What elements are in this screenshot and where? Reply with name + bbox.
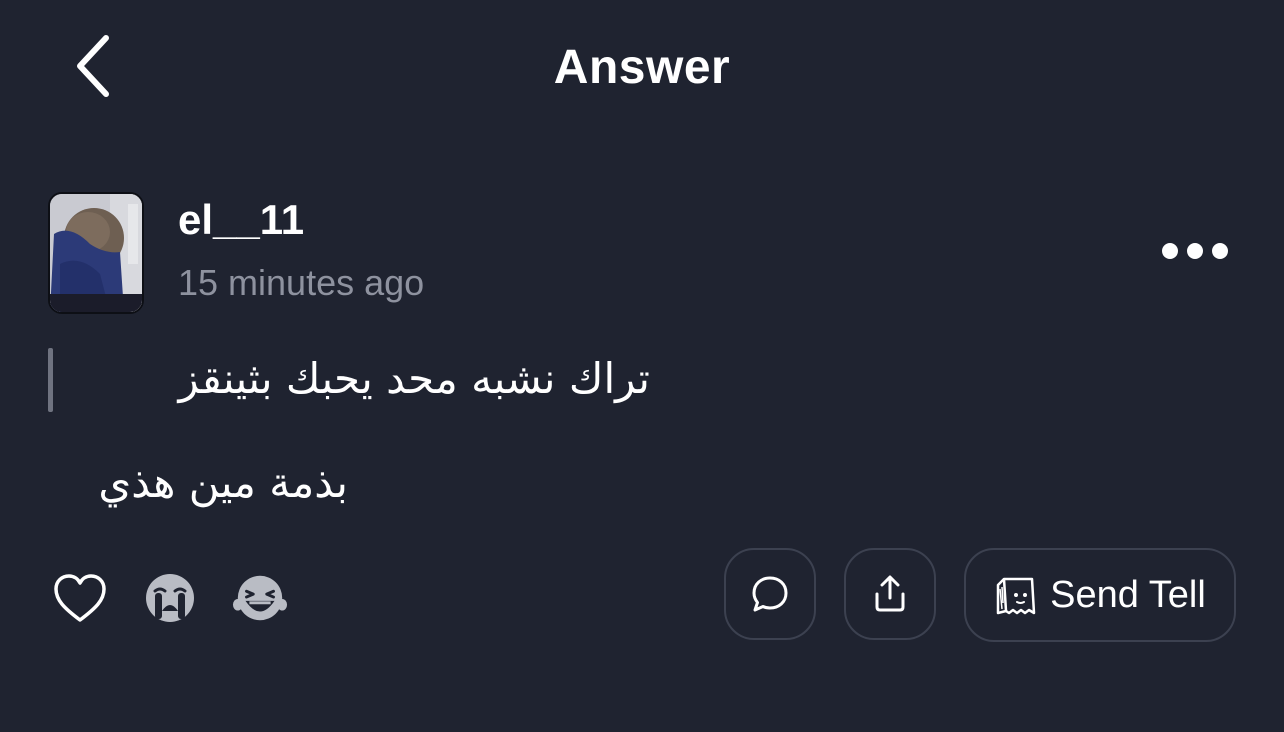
crying-face-icon [146, 574, 194, 622]
laughing-face-icon [232, 575, 288, 621]
reaction-bar [52, 568, 322, 628]
send-tell-label: Send Tell [1050, 573, 1206, 616]
question-quote: تراك نشبه محد يحبك بثينقز [48, 348, 668, 412]
share-button[interactable] [844, 548, 936, 640]
share-icon [875, 575, 905, 612]
post-header: el__11 15 minutes ago [48, 192, 1238, 314]
send-tell-button[interactable]: Send Tell [964, 548, 1236, 642]
question-text: تراك نشبه محد يحبك بثينقز [178, 354, 650, 403]
more-horizontal-icon [1162, 243, 1178, 259]
answer-text: بذمة مين هذي [98, 458, 348, 507]
laugh-reaction-button[interactable] [232, 570, 288, 626]
username[interactable]: el__11 [178, 196, 304, 244]
bag-ghost-icon [996, 577, 1036, 615]
speech-bubble-icon [752, 576, 788, 612]
heart-icon [54, 574, 106, 622]
quote-bar [48, 348, 53, 412]
avatar-image [50, 194, 142, 312]
comment-button[interactable] [724, 548, 816, 640]
more-options-button[interactable] [1162, 236, 1228, 266]
avatar[interactable] [48, 192, 144, 314]
page-title: Answer [553, 41, 731, 94]
top-bar: Answer [0, 0, 1284, 136]
post-time: 15 minutes ago [178, 262, 425, 303]
like-button[interactable] [52, 570, 108, 626]
cry-reaction-button[interactable] [142, 570, 198, 626]
